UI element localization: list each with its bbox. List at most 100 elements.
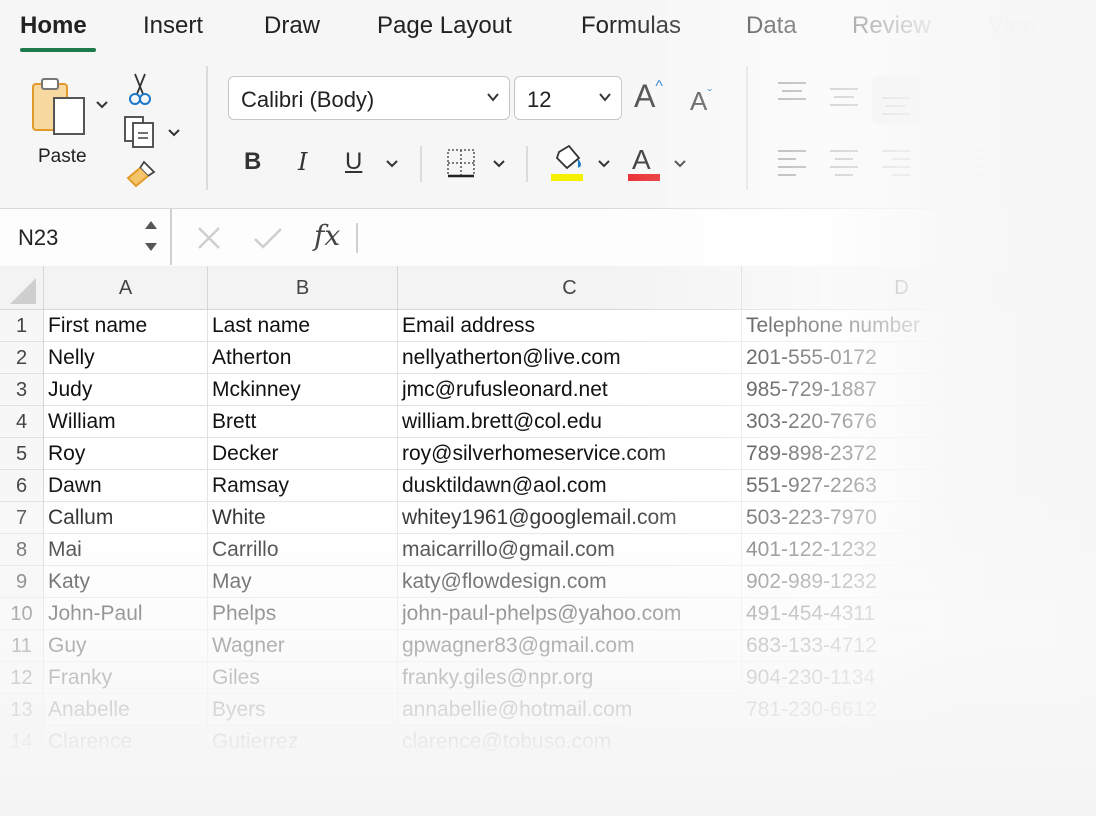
row-header[interactable]: 5 [0,438,44,470]
tab-insert[interactable]: Insert [143,12,203,40]
row-header[interactable]: 14 [0,726,44,758]
cell-c5[interactable]: roy@silverhomeservice.com [398,438,742,470]
cell-d1[interactable]: Telephone number [742,310,1062,342]
paste-options-chevron-icon[interactable] [95,100,109,110]
cell-b7[interactable]: White [208,502,398,534]
cell-c7[interactable]: whitey1961@googlemail.com [398,502,742,534]
cell-b14[interactable]: Gutierrez [208,726,398,758]
cell-b12[interactable]: Giles [208,662,398,694]
align-top-icon[interactable] [776,80,808,106]
cell-a11[interactable]: Guy [44,630,208,662]
column-header-d[interactable]: D [742,266,1062,310]
tab-view[interactable]: View [988,12,1040,40]
tab-page-layout[interactable]: Page Layout [377,12,512,40]
row-header[interactable]: 12 [0,662,44,694]
cell-a14[interactable]: Clarence [44,726,208,758]
format-painter-icon[interactable] [124,158,158,190]
cell-c13[interactable]: annabellie@hotmail.com [398,694,742,726]
cell-c6[interactable]: dusktildawn@aol.com [398,470,742,502]
cell-c10[interactable]: john-paul-phelps@yahoo.com [398,598,742,630]
font-size-dropdown[interactable]: 12 [514,76,622,120]
align-right-icon[interactable] [880,148,912,176]
cell-c12[interactable]: franky.giles@npr.org [398,662,742,694]
cell-d8[interactable]: 401-122-1232 [742,534,1062,566]
cell-c8[interactable]: maicarrillo@gmail.com [398,534,742,566]
cell-d11[interactable]: 683-133-4712 [742,630,1062,662]
cell-a6[interactable]: Dawn [44,470,208,502]
row-header[interactable]: 8 [0,534,44,566]
cell-d12[interactable]: 904-230-1134 [742,662,1062,694]
cell-b9[interactable]: May [208,566,398,598]
cell-d5[interactable]: 789-898-2372 [742,438,1062,470]
copy-options-chevron-icon[interactable] [167,128,181,138]
fill-color-chevron-icon[interactable] [597,159,611,169]
tab-review[interactable]: Review [852,12,931,40]
row-header[interactable]: 4 [0,406,44,438]
font-color-chevron-icon[interactable] [673,159,687,169]
cell-b13[interactable]: Byers [208,694,398,726]
cell-d2[interactable]: 201-555-0172 [742,342,1062,374]
insert-function-button[interactable]: fx [314,219,340,252]
row-header[interactable]: 11 [0,630,44,662]
cell-b6[interactable]: Ramsay [208,470,398,502]
row-header[interactable]: 3 [0,374,44,406]
align-middle-icon[interactable] [828,84,860,110]
align-center-icon[interactable] [828,148,860,176]
underline-options-chevron-icon[interactable] [385,159,399,169]
cell-a2[interactable]: Nelly [44,342,208,374]
paste-icon[interactable] [30,76,92,138]
cell-a3[interactable]: Judy [44,374,208,406]
row-header[interactable]: 10 [0,598,44,630]
row-header[interactable]: 6 [0,470,44,502]
cancel-entry-icon[interactable] [196,225,222,251]
cut-icon[interactable] [127,72,153,106]
font-color-button[interactable]: A [632,144,651,176]
cell-c9[interactable]: katy@flowdesign.com [398,566,742,598]
cell-b10[interactable]: Phelps [208,598,398,630]
select-all-corner[interactable] [0,266,44,310]
orientation-icon[interactable] [960,84,990,110]
name-box-stepper-icon[interactable] [143,217,159,255]
tab-draw[interactable]: Draw [264,12,320,40]
align-left-icon[interactable] [776,148,808,176]
cell-b11[interactable]: Wagner [208,630,398,662]
align-bottom-button[interactable] [872,76,920,124]
cell-a12[interactable]: Franky [44,662,208,694]
cell-a7[interactable]: Callum [44,502,208,534]
confirm-entry-icon[interactable] [252,225,284,251]
cell-d7[interactable]: 503-223-7970 [742,502,1062,534]
cell-c3[interactable]: jmc@rufusleonard.net [398,374,742,406]
cell-a4[interactable]: William [44,406,208,438]
cell-d9[interactable]: 902-989-1232 [742,566,1062,598]
row-header[interactable]: 13 [0,694,44,726]
cell-b4[interactable]: Brett [208,406,398,438]
cell-d6[interactable]: 551-927-2263 [742,470,1062,502]
indent-icon[interactable] [960,148,992,176]
cell-b8[interactable]: Carrillo [208,534,398,566]
font-name-dropdown[interactable]: Calibri (Body) [228,76,510,120]
cell-d13[interactable]: 781-230-6612 [742,694,1062,726]
cell-d10[interactable]: 491-454-4311 [742,598,1062,630]
row-header[interactable]: 2 [0,342,44,374]
name-box[interactable]: N23 [0,209,172,265]
cell-a8[interactable]: Mai [44,534,208,566]
cell-a5[interactable]: Roy [44,438,208,470]
decrease-font-size-button[interactable]: Aˇ [690,86,712,117]
cell-c1[interactable]: Email address [398,310,742,342]
column-header-b[interactable]: B [208,266,398,310]
paste-label[interactable]: Paste [38,146,87,168]
tab-data[interactable]: Data [746,12,797,40]
cell-b2[interactable]: Atherton [208,342,398,374]
fill-color-icon[interactable] [551,144,585,182]
row-header[interactable]: 9 [0,566,44,598]
borders-chevron-icon[interactable] [492,159,506,169]
cell-b5[interactable]: Decker [208,438,398,470]
bold-button[interactable]: B [244,148,261,176]
borders-icon[interactable] [446,148,476,178]
cell-d3[interactable]: 985-729-1887 [742,374,1062,406]
italic-button[interactable]: I [298,148,307,176]
cell-d4[interactable]: 303-220-7676 [742,406,1062,438]
cell-c2[interactable]: nellyatherton@live.com [398,342,742,374]
cell-a9[interactable]: Katy [44,566,208,598]
underline-button[interactable]: U [345,148,362,176]
